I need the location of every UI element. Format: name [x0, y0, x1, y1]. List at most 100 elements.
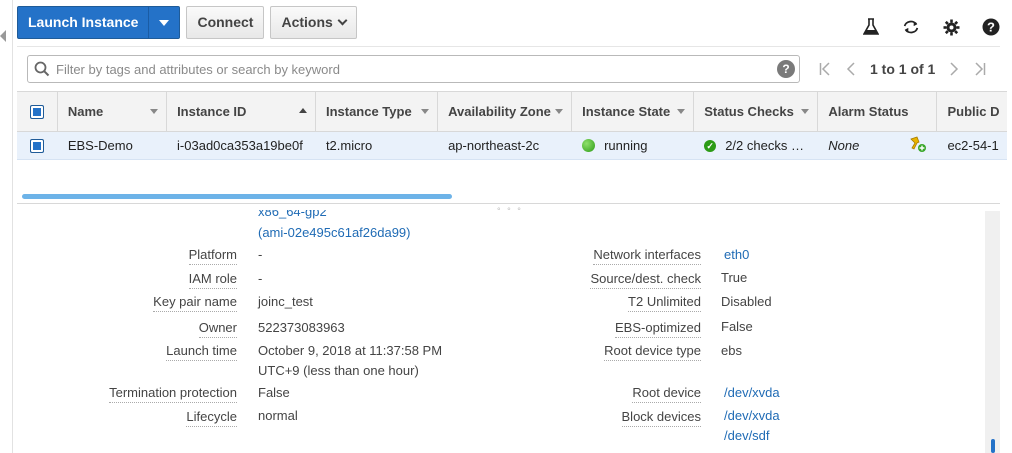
column-header-status-checks[interactable]: Status Checks: [694, 92, 819, 131]
column-label: Availability Zone: [448, 104, 551, 119]
detail-label-lifecycle: Lifecycle: [186, 409, 237, 427]
detail-value-launch-time: October 9, 2018 at 11:37:58 PM: [258, 343, 443, 358]
detail-label-platform: Platform: [188, 247, 237, 265]
launch-dropdown-toggle[interactable]: [148, 7, 180, 38]
detail-value-ebs-optimized: False: [721, 319, 753, 334]
column-header-name[interactable]: Name: [58, 92, 168, 131]
detail-label-network-interfaces: Network interfaces: [593, 247, 701, 265]
cell-public-dns: ec2-54-1: [947, 138, 999, 153]
column-header-instance-type[interactable]: Instance Type: [316, 92, 439, 131]
detail-value-source-dest-check: True: [721, 270, 748, 285]
next-page-icon[interactable]: [941, 59, 967, 79]
detail-value-platform: -: [258, 247, 263, 262]
column-header-availability-zone[interactable]: Availability Zone: [438, 92, 573, 131]
divider: [17, 46, 1000, 47]
column-label: Instance Type: [325, 104, 412, 119]
caret-down-icon: [159, 19, 170, 26]
detail-label-root-device-type: Root device type: [604, 343, 701, 361]
horizontal-scrollbar[interactable]: [17, 191, 1007, 203]
search-icon: [34, 61, 50, 80]
status-checks-text: 2/2 checks …: [725, 138, 804, 153]
detail-value-network-interfaces[interactable]: eth0: [724, 247, 749, 262]
actions-button[interactable]: Actions: [270, 6, 357, 39]
select-all-checkbox[interactable]: [29, 104, 44, 119]
detail-value-t2-unlimited: Disabled: [721, 294, 772, 309]
svg-text:?: ?: [987, 20, 995, 35]
sort-caret-icon: [150, 109, 159, 114]
connect-label: Connect: [197, 14, 254, 30]
ami-id-link[interactable]: (ami-02e495c61af26da99): [258, 225, 411, 240]
instance-details-panel: x86_64-gp2 (ami-02e495c61af26da99) Platf…: [17, 210, 985, 453]
column-header-instance-id[interactable]: Instance ID: [167, 92, 316, 131]
sort-caret-icon: [677, 109, 686, 114]
instance-state-text: running: [604, 138, 648, 153]
cell-status-checks: ✓ 2/2 checks …: [694, 132, 818, 159]
column-label: Public D: [947, 104, 1000, 119]
table-row[interactable]: EBS-Demo i-03ad0ca353a19be0f t2.micro ap…: [17, 132, 1007, 160]
flask-icon[interactable]: [862, 18, 880, 36]
cell-name: EBS-Demo: [67, 138, 133, 153]
row-select-cell[interactable]: [17, 132, 58, 159]
check-passed-icon: ✓: [704, 139, 717, 152]
toolbar: Launch Instance Connect Actions: [17, 6, 357, 39]
scrollbar-thumb[interactable]: [22, 194, 452, 199]
gear-icon[interactable]: [942, 18, 960, 36]
help-icon[interactable]: ?: [982, 18, 1000, 36]
panel-divider: [17, 203, 1000, 204]
column-header-alarm-status[interactable]: Alarm Status: [818, 92, 938, 131]
sort-caret-icon: [421, 109, 430, 114]
refresh-icon[interactable]: [902, 18, 920, 36]
column-header-instance-state[interactable]: Instance State: [572, 92, 695, 131]
detail-label-iam-role: IAM role: [188, 271, 237, 289]
create-alarm-icon[interactable]: [909, 136, 927, 155]
top-icon-bar: ?: [862, 18, 1000, 36]
table-header: Name Instance ID Instance Type Availabil…: [17, 91, 1007, 132]
launch-instance-label: Launch Instance: [28, 14, 139, 30]
prev-page-icon[interactable]: [838, 59, 864, 79]
select-all-cell[interactable]: [17, 92, 58, 131]
detail-label-source-dest-check: Source/dest. check: [590, 271, 701, 289]
detail-value-root-device[interactable]: /dev/xvda: [724, 385, 780, 400]
cell-instance-state: running: [572, 132, 694, 159]
pagination-text: 1 to 1 of 1: [870, 61, 936, 77]
detail-value-termination-protection: False: [258, 385, 290, 400]
column-label: Instance ID: [177, 104, 247, 119]
detail-label-block-devices: Block devices: [621, 409, 701, 427]
cell-alarm-status: None: [818, 132, 937, 159]
detail-value-block-device-sdf[interactable]: /dev/sdf: [724, 428, 770, 443]
connect-button[interactable]: Connect: [186, 6, 265, 39]
vertical-scrollbar[interactable]: [985, 211, 1000, 453]
column-label: Status Checks: [704, 104, 794, 119]
collapse-arrow-icon[interactable]: [0, 30, 6, 42]
first-page-icon[interactable]: [812, 59, 838, 79]
search-help-icon[interactable]: ?: [777, 60, 795, 78]
left-sidebar-edge: [0, 0, 13, 453]
detail-value-block-device-xvda[interactable]: /dev/xvda: [724, 408, 780, 423]
column-header-public-dns[interactable]: Public D: [937, 92, 1007, 131]
column-label: Name: [67, 104, 104, 119]
sort-caret-icon: [801, 109, 810, 114]
detail-label-termination-protection: Termination protection: [109, 385, 237, 403]
ami-name-cut: x86_64-gp2: [258, 210, 327, 219]
detail-value-key-pair: joinc_test: [258, 294, 313, 309]
cell-instance-type: t2.micro: [325, 138, 373, 153]
alarm-status-text: None: [828, 138, 860, 153]
detail-label-key-pair: Key pair name: [153, 294, 237, 312]
detail-label-ebs-optimized: EBS-optimized: [615, 320, 701, 338]
running-status-icon: [582, 139, 596, 152]
detail-label-t2-unlimited: T2 Unlimited: [628, 294, 701, 312]
cell-instance-id: i-03ad0ca353a19be0f: [177, 138, 303, 153]
chevron-down-icon: [337, 15, 348, 26]
search-input[interactable]: [56, 56, 756, 82]
vertical-scrollbar-thumb[interactable]: [991, 439, 995, 453]
instances-table: Name Instance ID Instance Type Availabil…: [17, 91, 1007, 161]
detail-value-iam-role: -: [258, 271, 263, 286]
search-bar[interactable]: ?: [27, 55, 800, 83]
column-label: Instance State: [582, 104, 671, 119]
detail-value-launch-time-tz: UTC+9 (less than one hour): [258, 363, 419, 378]
detail-value-owner: 522373083963: [258, 320, 345, 335]
sort-caret-icon: [555, 109, 564, 114]
last-page-icon[interactable]: [967, 59, 993, 79]
row-checkbox[interactable]: [30, 138, 45, 153]
launch-instance-button[interactable]: Launch Instance: [17, 6, 181, 39]
